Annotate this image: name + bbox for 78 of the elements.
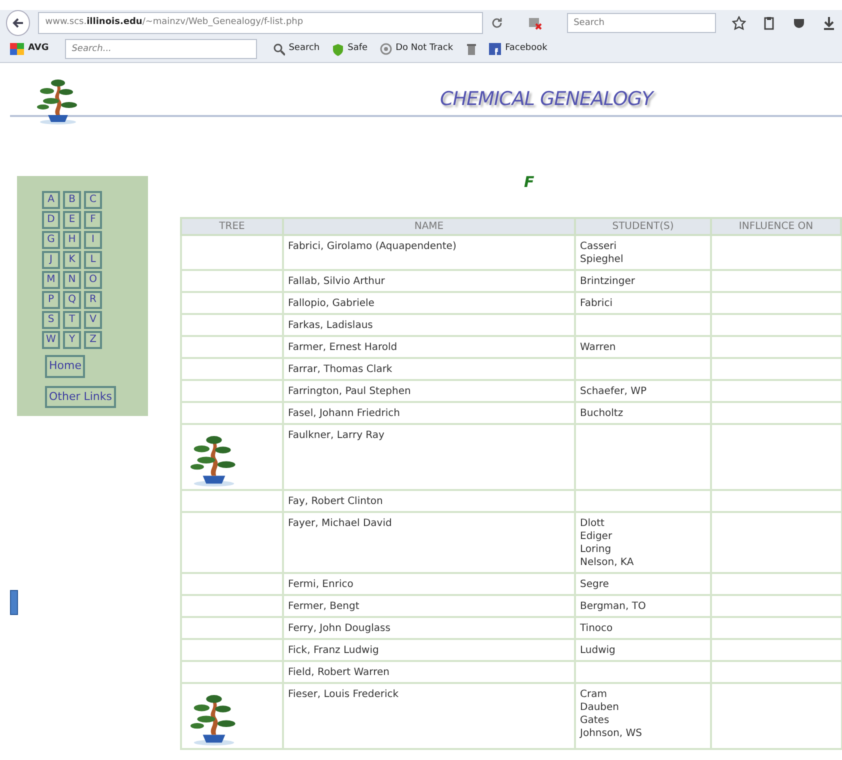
- letter-link[interactable]: D: [42, 211, 60, 229]
- name-link[interactable]: Field, Robert Warren: [288, 667, 390, 678]
- column-header[interactable]: STUDENT(S): [575, 218, 711, 235]
- letter-link[interactable]: L: [84, 251, 102, 269]
- name-link[interactable]: Farkas, Ladislaus: [288, 320, 373, 331]
- do-not-track-button[interactable]: Do Not Track: [376, 42, 458, 56]
- square-icon: [489, 42, 502, 56]
- nav-link[interactable]: Home: [45, 355, 86, 378]
- name-link[interactable]: Fasel, Johann Friedrich: [288, 408, 400, 419]
- letter-link[interactable]: M: [42, 271, 60, 289]
- name-link[interactable]: Farrar, Thomas Clark: [288, 364, 392, 375]
- letter-link[interactable]: S: [42, 311, 60, 329]
- name-link[interactable]: Ferry, John Douglass: [288, 623, 390, 634]
- letter-link[interactable]: O: [84, 271, 102, 289]
- letter-link[interactable]: K: [63, 251, 81, 269]
- name-link[interactable]: Fermi, Enrico: [288, 579, 354, 590]
- name-link[interactable]: Fay, Robert Clinton: [288, 496, 383, 507]
- site-title: CHEMICAL GENEALOGY: [440, 87, 653, 112]
- avg-logo: [10, 43, 24, 55]
- letter-link[interactable]: Y: [63, 331, 81, 349]
- letter-link[interactable]: Z: [84, 331, 102, 349]
- student-link[interactable]: Casseri: [580, 240, 706, 253]
- back-icon: [12, 17, 24, 30]
- name-link[interactable]: Fayer, Michael David: [288, 518, 392, 529]
- name-link[interactable]: Fallopio, Gabriele: [288, 298, 374, 309]
- search-button[interactable]: Search: [268, 42, 324, 56]
- name-link[interactable]: Fallab, Silvio Arthur: [288, 276, 385, 287]
- student-link[interactable]: Cram: [580, 688, 706, 701]
- letter-heading: F: [524, 173, 536, 191]
- student-link[interactable]: Nelson, KA: [580, 556, 706, 569]
- column-header[interactable]: TREE: [181, 218, 283, 235]
- letter-link[interactable]: I: [84, 231, 102, 249]
- nav-link[interactable]: Other Links: [45, 386, 116, 408]
- student-link[interactable]: Dlott: [580, 517, 706, 530]
- star-icon[interactable]: [732, 16, 746, 30]
- name-link[interactable]: Fabrici, Girolamo (Aquapendente): [288, 241, 456, 252]
- letter-link[interactable]: B: [63, 191, 81, 209]
- letter-link[interactable]: A: [42, 191, 60, 209]
- facebook-link[interactable]: Facebook: [485, 42, 552, 56]
- trash-icon: [465, 42, 478, 56]
- letter-link[interactable]: V: [84, 311, 102, 329]
- clipboard-icon[interactable]: [762, 16, 776, 30]
- name-link[interactable]: Fermer, Bengt: [288, 601, 360, 612]
- avg-menu[interactable]: AVG: [6, 42, 53, 56]
- back-button[interactable]: [6, 10, 30, 36]
- name-link[interactable]: Fick, Franz Ludwig: [288, 645, 379, 656]
- letter-link[interactable]: J: [42, 251, 60, 269]
- shield-icon: [332, 42, 344, 56]
- letter-link[interactable]: C: [84, 191, 102, 209]
- student-link[interactable]: Loring: [580, 543, 706, 556]
- letter-link[interactable]: T: [63, 311, 81, 329]
- download-icon[interactable]: [822, 16, 836, 30]
- column-header[interactable]: NAME: [283, 218, 575, 235]
- letter-link[interactable]: W: [42, 331, 60, 349]
- addon-icon[interactable]: [526, 16, 543, 30]
- letter-link[interactable]: F: [84, 211, 102, 229]
- student-link[interactable]: Dauben: [580, 701, 706, 714]
- safe-button[interactable]: Safe: [328, 42, 372, 56]
- letter-link[interactable]: G: [42, 231, 60, 249]
- toolbar-search-field[interactable]: Search...: [64, 39, 257, 59]
- letter-link[interactable]: Q: [63, 291, 81, 309]
- student-link[interactable]: Gates: [580, 714, 706, 727]
- search-icon: [272, 42, 285, 56]
- name-link[interactable]: Faulkner, Larry Ray: [288, 430, 384, 441]
- letter-link[interactable]: E: [63, 211, 81, 229]
- student-link[interactable]: Johnson, WS: [580, 727, 706, 740]
- student-link[interactable]: Spieghel: [580, 253, 706, 266]
- letter-link[interactable]: N: [63, 271, 81, 289]
- address-bar[interactable]: www.scs.illinois.edu/~mainzv/Web_Genealogy/f-list.php: [38, 12, 483, 34]
- letter-link[interactable]: R: [84, 291, 102, 309]
- search-field[interactable]: Search: [566, 13, 716, 33]
- name-link[interactable]: Farmer, Ernest Harold: [288, 342, 398, 353]
- target-icon: [380, 42, 392, 56]
- letter-link[interactable]: H: [63, 231, 81, 249]
- student-link[interactable]: Ediger: [580, 530, 706, 543]
- letter-link[interactable]: P: [42, 291, 60, 309]
- name-link[interactable]: Fieser, Louis Frederick: [288, 689, 399, 700]
- column-header[interactable]: INFLUENCE ON: [711, 218, 841, 235]
